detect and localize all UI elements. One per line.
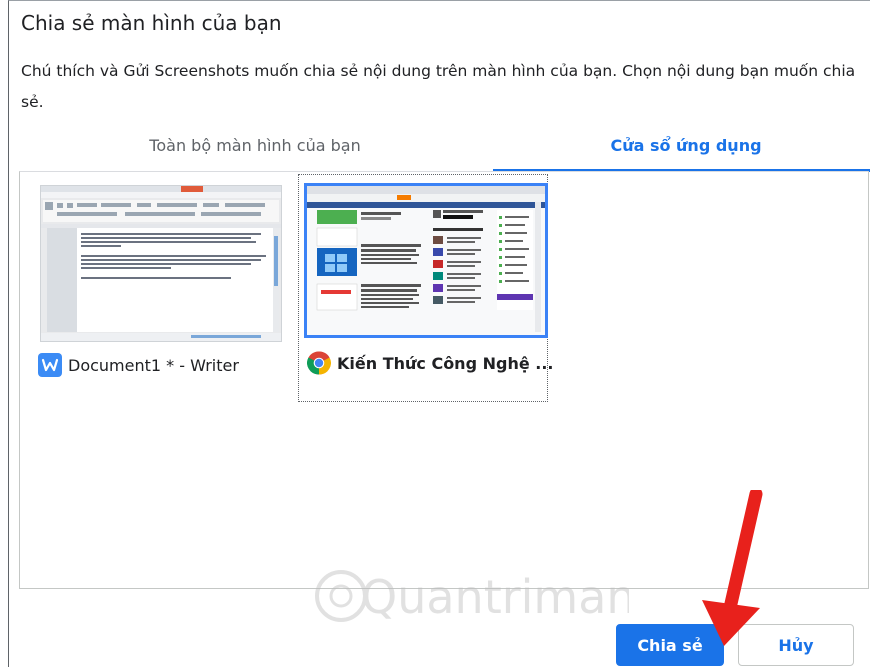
source-item-chrome[interactable]: Kiến Thức Công Nghệ ... [298, 174, 553, 402]
source-tabs: Toàn bộ màn hình của bạn Cửa sổ ứng dụng [17, 129, 870, 172]
tab-entire-screen[interactable]: Toàn bộ màn hình của bạn [17, 129, 493, 169]
writer-icon [38, 353, 62, 377]
source-title-chrome: Kiến Thức Công Nghệ ... [337, 353, 554, 373]
tab-application-window[interactable]: Cửa sổ ứng dụng [493, 129, 870, 172]
chrome-icon [307, 351, 331, 375]
share-button[interactable]: Chia sẻ [616, 624, 724, 666]
cancel-button[interactable]: Hủy [738, 624, 854, 666]
dialog-buttons: Chia sẻ Hủy [616, 624, 854, 666]
source-label-chrome: Kiến Thức Công Nghệ ... [307, 351, 553, 375]
source-list: Document1 * - Writer Kiến Thức Công Nghệ… [19, 171, 869, 589]
writer-window-thumbnail [40, 185, 282, 342]
source-item-writer[interactable]: Document1 * - Writer [36, 177, 286, 405]
source-title-writer: Document1 * - Writer [68, 355, 239, 375]
share-screen-dialog: Chia sẻ màn hình của bạn Chú thích và Gử… [8, 0, 870, 667]
dialog-description: Chú thích và Gửi Screenshots muốn chia s… [21, 62, 856, 111]
source-label-writer: Document1 * - Writer [38, 353, 239, 377]
dialog-title: Chia sẻ màn hình của bạn [21, 11, 282, 35]
chrome-window-thumbnail [304, 183, 548, 338]
